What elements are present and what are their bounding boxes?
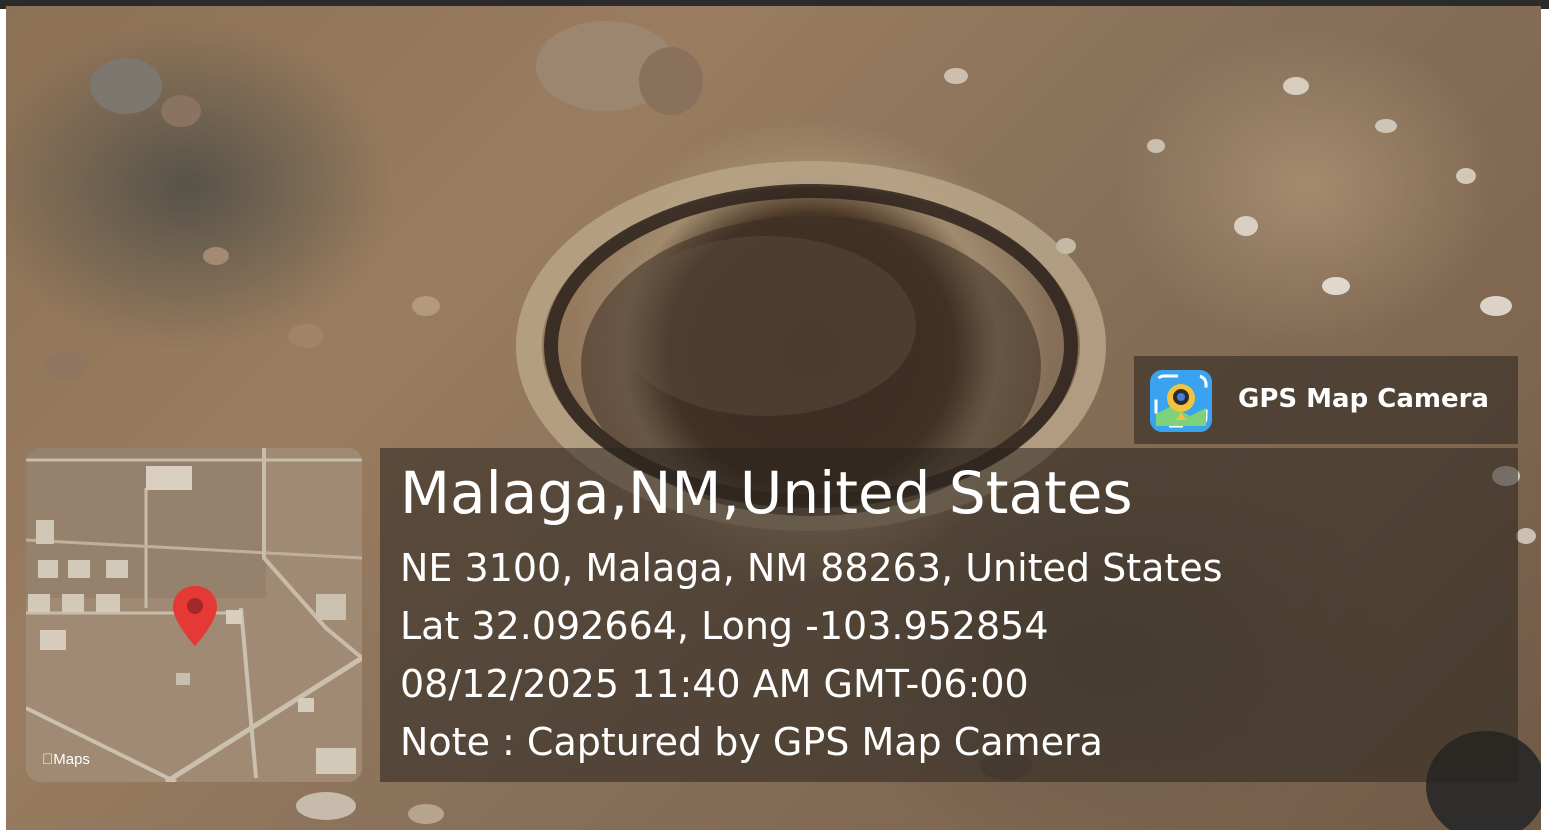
coordinates-line: Lat 32.092664, Long -103.952854 [400, 604, 1049, 648]
location-pin-icon [173, 586, 217, 646]
datetime-line: 08/12/2025 11:40 AM GMT-06:00 [400, 662, 1029, 706]
app-name: GPS Map Camera [1238, 384, 1489, 414]
gps-map-camera-app-icon [1150, 370, 1212, 432]
address-line: NE 3100, Malaga, NM 88263, United States [400, 546, 1223, 590]
maps-attribution: Maps [42, 751, 90, 768]
apple-logo-icon:  [42, 751, 53, 768]
geotag-info-panel: Malaga,NM,United States NE 3100, Malaga,… [380, 448, 1518, 782]
location-title: Malaga,NM,United States [400, 459, 1133, 527]
app-badge: GPS Map Camera [1134, 356, 1518, 444]
map-thumbnail[interactable]: Maps [26, 448, 362, 782]
maps-label: Maps [42, 751, 90, 768]
note-line: Note : Captured by GPS Map Camera [400, 720, 1103, 764]
